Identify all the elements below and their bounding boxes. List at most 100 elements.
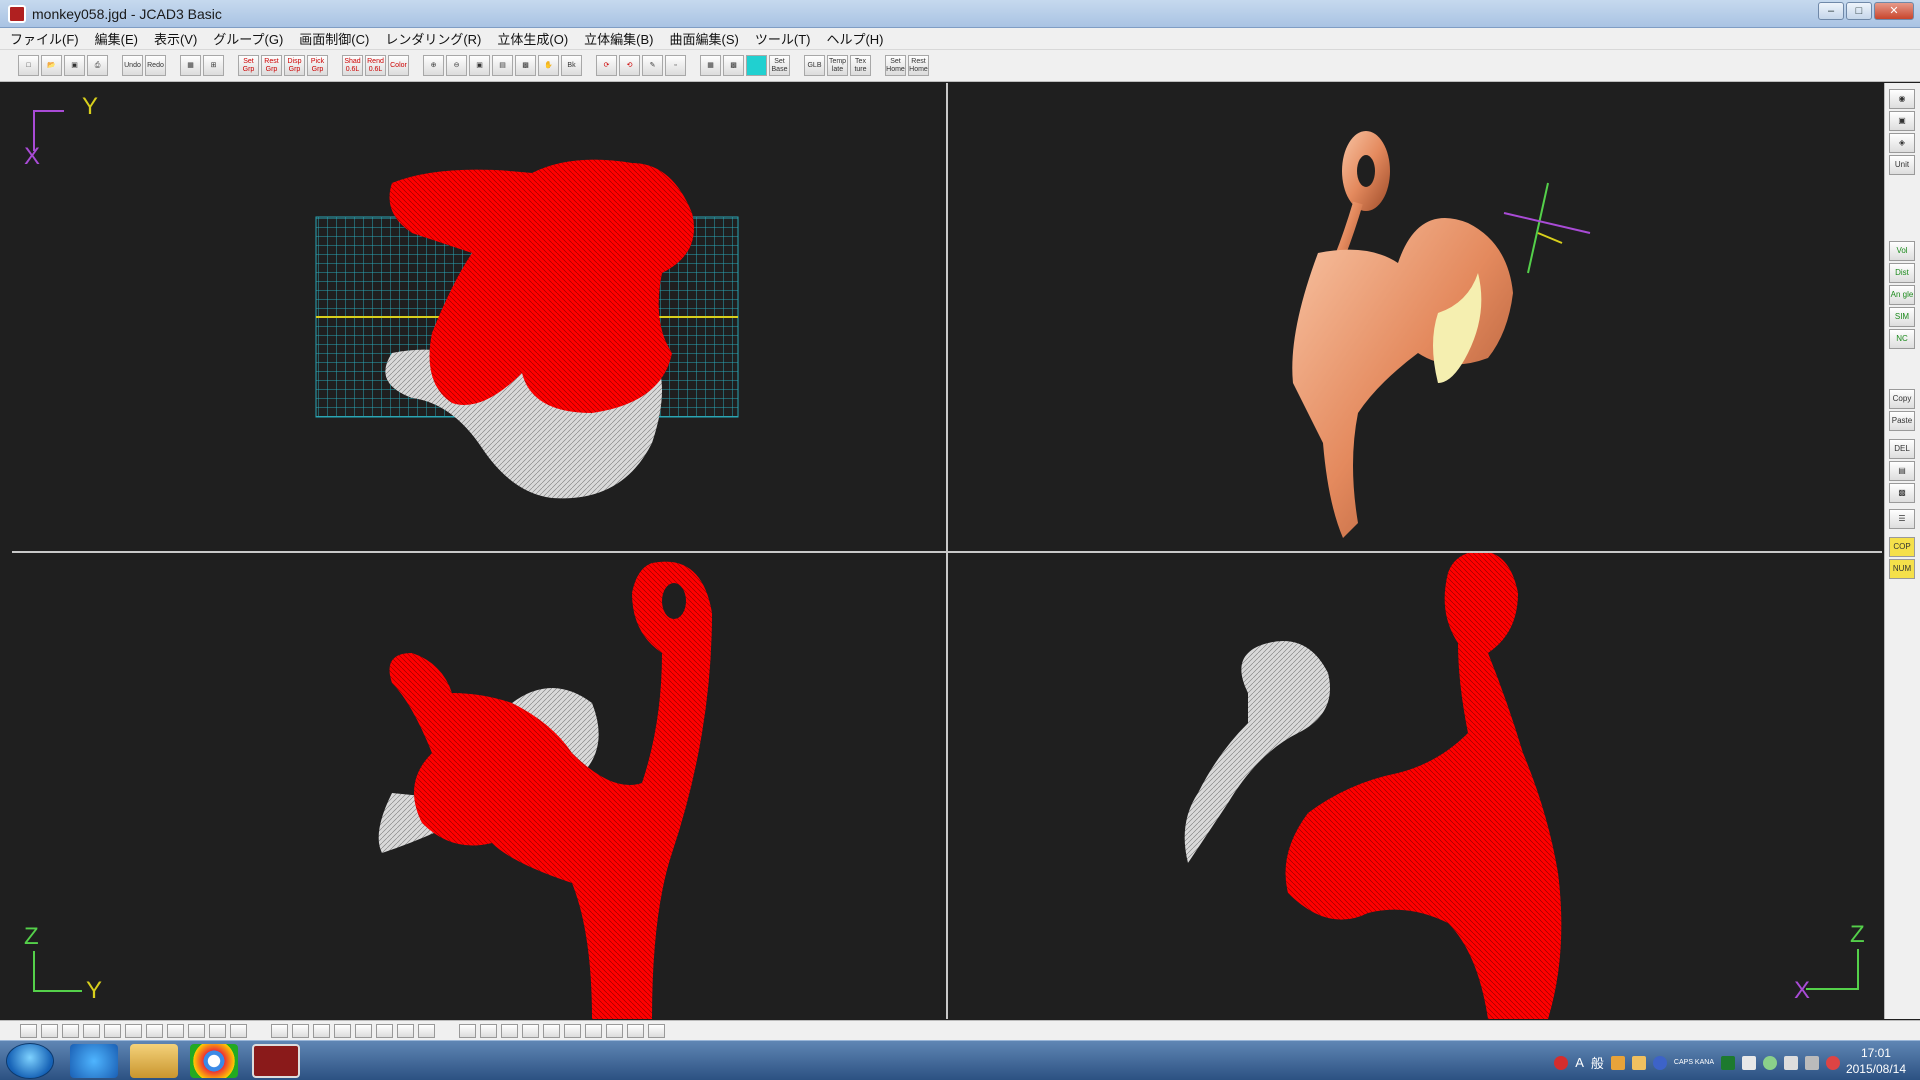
tool-button[interactable] xyxy=(20,1023,37,1038)
distance-button[interactable]: Dist ance xyxy=(1889,263,1915,283)
rotate-view-2-icon[interactable]: ⟲ xyxy=(619,55,640,76)
menu-screen-control[interactable]: 画面制御(C) xyxy=(299,29,369,48)
menu-view[interactable]: 表示(V) xyxy=(154,29,197,48)
start-button[interactable] xyxy=(6,1043,54,1079)
tray-green-icon[interactable] xyxy=(1721,1055,1735,1070)
quad-view-icon[interactable]: ⊞ xyxy=(203,55,224,76)
volume-muted-icon[interactable] xyxy=(1826,1055,1840,1070)
camera-icon[interactable]: ▣ xyxy=(1889,111,1915,131)
zoom-all-icon[interactable]: ▩ xyxy=(515,55,536,76)
angle-button[interactable]: An gle xyxy=(1889,285,1915,305)
tool-button[interactable] xyxy=(564,1023,581,1038)
reset-group-button[interactable]: Rest Grp xyxy=(261,55,282,76)
tree-icon[interactable]: ☰ xyxy=(1889,509,1915,529)
windows-flag-icon[interactable] xyxy=(1742,1055,1756,1070)
view-icon[interactable]: ◈ xyxy=(1889,133,1915,153)
help-icon[interactable] xyxy=(1652,1055,1667,1070)
snap-grid-icon[interactable]: ▩ xyxy=(723,55,744,76)
tool-button[interactable] xyxy=(397,1023,414,1038)
pan-hand-icon[interactable]: ✋ xyxy=(538,55,559,76)
menu-file[interactable]: ファイル(F) xyxy=(10,29,79,48)
action-center-icon[interactable] xyxy=(1784,1055,1798,1070)
grid-icon[interactable]: ▦ xyxy=(700,55,721,76)
tool-button[interactable] xyxy=(104,1023,121,1038)
pick-group-button[interactable]: Pick Grp xyxy=(307,55,328,76)
save-icon[interactable]: ▣ xyxy=(64,55,85,76)
reset-home-button[interactable]: Rest Home xyxy=(908,55,929,76)
zoom-in-icon[interactable]: ⊕ xyxy=(423,55,444,76)
tool-button[interactable] xyxy=(209,1023,226,1038)
undo-button[interactable]: Undo xyxy=(122,55,143,76)
tool-button[interactable] xyxy=(41,1023,58,1038)
frame-icon[interactable]: ▫ xyxy=(665,55,686,76)
tray-pen-icon[interactable] xyxy=(1631,1055,1646,1070)
tool-button[interactable] xyxy=(125,1023,142,1038)
tool-button[interactable] xyxy=(627,1023,644,1038)
viewport-front[interactable]: Z X xyxy=(948,553,1882,1019)
print-icon[interactable]: ⎙ xyxy=(87,55,108,76)
tool-button[interactable] xyxy=(230,1023,247,1038)
menu-group[interactable]: グループ(G) xyxy=(213,29,283,48)
ime-mode-general[interactable]: 般 xyxy=(1591,1053,1604,1072)
menu-edit[interactable]: 編集(E) xyxy=(95,29,138,48)
maximize-button[interactable]: □ xyxy=(1846,2,1872,20)
paste-button[interactable]: Paste xyxy=(1889,411,1915,431)
shade-button[interactable]: Shad 0.6L xyxy=(342,55,363,76)
internet-explorer-icon[interactable] xyxy=(70,1044,118,1078)
chrome-icon[interactable] xyxy=(190,1044,238,1078)
tool-button[interactable] xyxy=(292,1023,309,1038)
set-group-button[interactable]: Set Grp xyxy=(238,55,259,76)
tool-button[interactable] xyxy=(522,1023,539,1038)
tool-button[interactable] xyxy=(62,1023,79,1038)
eye-icon[interactable]: ◉ xyxy=(1889,89,1915,109)
cop-button[interactable]: COP xyxy=(1889,537,1915,557)
tool-button[interactable] xyxy=(83,1023,100,1038)
nc-disp-button[interactable]: NC Disp xyxy=(1889,329,1915,349)
num-button[interactable]: NUM xyxy=(1889,559,1915,579)
file-explorer-icon[interactable] xyxy=(130,1044,178,1078)
tray-tool-icon[interactable] xyxy=(1610,1055,1625,1070)
single-view-icon[interactable]: ▦ xyxy=(180,55,201,76)
layer-icon[interactable]: ▤ xyxy=(1889,461,1915,481)
tool-button[interactable] xyxy=(355,1023,372,1038)
jcad3-taskbar-icon[interactable] xyxy=(252,1044,300,1078)
sim-button[interactable]: SIM xyxy=(1889,307,1915,327)
rotate-view-icon[interactable]: ⟳ xyxy=(596,55,617,76)
tool-button[interactable] xyxy=(146,1023,163,1038)
volume-button[interactable]: Vol ume xyxy=(1889,241,1915,261)
back-view-button[interactable]: Bk xyxy=(561,55,582,76)
tool-button[interactable] xyxy=(459,1023,476,1038)
render-button[interactable]: Rend 0.6L xyxy=(365,55,386,76)
clock[interactable]: 17:01 2015/08/14 xyxy=(1846,1045,1906,1077)
menu-solid-edit[interactable]: 立体編集(B) xyxy=(584,29,653,48)
display-icon[interactable] xyxy=(1805,1055,1819,1070)
tool-button[interactable] xyxy=(543,1023,560,1038)
viewport-side[interactable]: Z Y xyxy=(12,553,946,1019)
set-home-button[interactable]: Set Home xyxy=(885,55,906,76)
ime-mode-a[interactable]: A xyxy=(1575,1055,1584,1070)
network-icon[interactable] xyxy=(1763,1055,1777,1070)
new-file-icon[interactable]: □ xyxy=(18,55,39,76)
tool-button[interactable] xyxy=(480,1023,497,1038)
tool-button[interactable] xyxy=(376,1023,393,1038)
template-button[interactable]: Temp late xyxy=(827,55,848,76)
minimize-button[interactable]: – xyxy=(1818,2,1844,20)
display-group-button[interactable]: Disp Grp xyxy=(284,55,305,76)
tool-button[interactable] xyxy=(418,1023,435,1038)
menu-rendering[interactable]: レンダリング(R) xyxy=(385,29,481,48)
view-edit-icon[interactable]: ✎ xyxy=(642,55,663,76)
tool-button[interactable] xyxy=(188,1023,205,1038)
zoom-fit-icon[interactable]: ▣ xyxy=(469,55,490,76)
tool-button[interactable] xyxy=(313,1023,330,1038)
close-button[interactable]: ✕ xyxy=(1874,2,1914,20)
viewport-perspective[interactable] xyxy=(948,83,1882,551)
tool-button[interactable] xyxy=(606,1023,623,1038)
material-icon[interactable]: ▩ xyxy=(1889,483,1915,503)
tool-button[interactable] xyxy=(501,1023,518,1038)
copy-button[interactable]: Copy xyxy=(1889,389,1915,409)
tool-button[interactable] xyxy=(167,1023,184,1038)
unit-button[interactable]: Unit xyxy=(1889,155,1915,175)
zoom-window-icon[interactable]: ▤ xyxy=(492,55,513,76)
set-base-button[interactable]: Set Base xyxy=(769,55,790,76)
open-folder-icon[interactable]: 📂 xyxy=(41,55,62,76)
